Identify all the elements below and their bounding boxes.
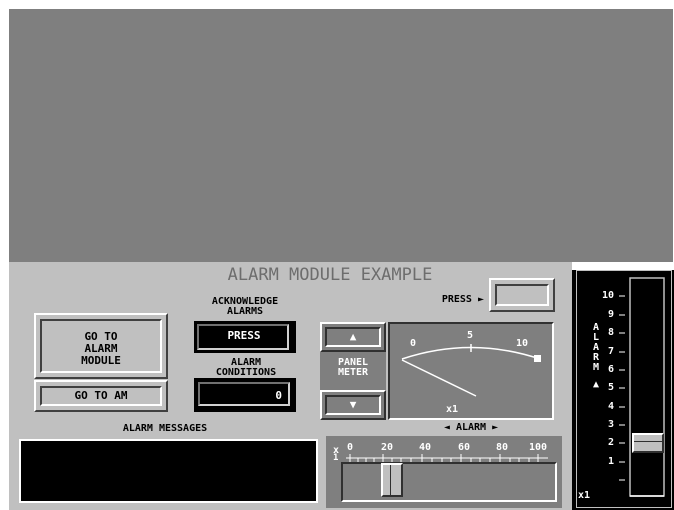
panel-meter-label-box: PANEL METER xyxy=(320,352,386,390)
go-to-am-button[interactable]: GO TO AM xyxy=(34,380,168,412)
press-indicator-label: PRESS ► xyxy=(441,294,484,305)
acknowledge-alarms-label: ACKNOWLEDGE ALARMS xyxy=(211,296,279,317)
up-arrow-icon: ▲ xyxy=(325,327,381,347)
slider-thumb[interactable] xyxy=(381,463,403,497)
horizontal-slider: x 1 0 20 40 60 80 100 xyxy=(326,436,562,508)
panel-title: ALARM MODULE EXAMPLE xyxy=(227,265,433,285)
meter-tick-5: 5 xyxy=(467,330,474,341)
panel-meter: 0 5 10 x1 xyxy=(388,322,554,420)
alarm-messages-box xyxy=(21,441,316,501)
meter-up-button[interactable]: ▲ xyxy=(320,322,386,352)
alarm-conditions-value: 0 xyxy=(275,389,282,402)
press-indicator-button[interactable] xyxy=(489,278,555,312)
vertical-scale-panel: A L A R M ▲ 10 9 8 7 6 5 4 3 2 1 x1 xyxy=(572,270,674,510)
meter-multiplier: x1 xyxy=(446,404,459,415)
alarm-messages-label: ALARM MESSAGES xyxy=(122,423,208,434)
go-to-alarm-module-button[interactable]: GO TO ALARM MODULE xyxy=(34,313,168,379)
meter-needle xyxy=(401,359,477,397)
vertical-ticks xyxy=(619,277,665,497)
meter-alarm-marker xyxy=(534,355,541,362)
meter-tick-10: 10 xyxy=(516,338,529,349)
meter-tick-0: 0 xyxy=(410,338,417,349)
vertical-scale-multiplier: x1 xyxy=(578,490,591,501)
down-arrow-icon: ▼ xyxy=(325,395,381,415)
alarm-conditions-display: 0 xyxy=(194,378,296,412)
vertical-slider-thumb[interactable] xyxy=(632,433,664,453)
meter-alarm-label: ◄ ALARM ► xyxy=(443,422,499,433)
alarm-messages-frame xyxy=(17,437,320,505)
press-button[interactable]: PRESS xyxy=(194,321,296,353)
meter-down-button[interactable]: ▼ xyxy=(320,390,386,420)
slider-track xyxy=(341,462,557,502)
display-area xyxy=(9,9,673,262)
alarm-conditions-label: ALARM CONDITIONS xyxy=(215,357,277,378)
